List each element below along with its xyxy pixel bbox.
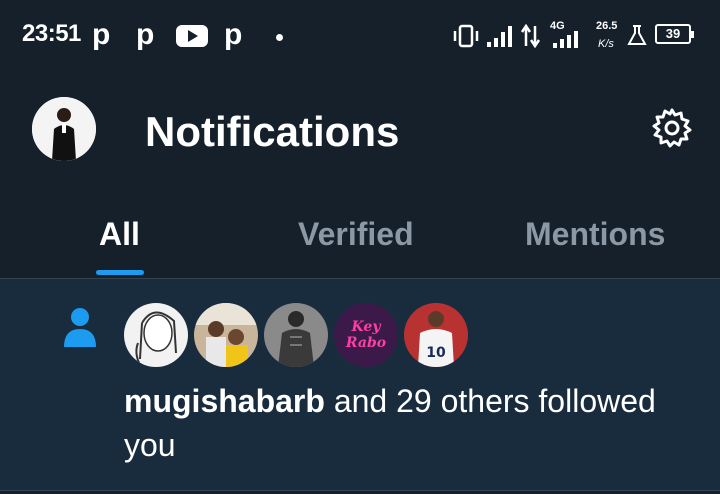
flask-icon — [627, 25, 647, 45]
battery-indicator: 39 — [655, 24, 694, 44]
fitness-photo-image — [264, 303, 328, 367]
notification-tabs: All Verified Mentions — [0, 190, 720, 279]
person-icon — [64, 308, 96, 347]
follower-avatar[interactable] — [124, 303, 188, 367]
p-app-icon: p — [92, 18, 111, 51]
key-rabo-logo: Key Rabo — [334, 303, 398, 367]
signal-4g-icon — [553, 31, 578, 48]
couple-photo-image — [194, 303, 258, 367]
network-speed: 26.5 — [596, 20, 618, 32]
network-speed-unit: K/s — [598, 38, 614, 50]
data-transfer-icon — [520, 24, 541, 48]
profile-avatar[interactable] — [32, 97, 96, 161]
status-time: 23:51 — [22, 20, 81, 47]
p-app-icon: p — [136, 18, 155, 51]
follower-username[interactable]: mugishabarb — [124, 383, 325, 419]
notification-text: mugishabarb and 29 others followed you — [124, 379, 684, 467]
svg-text:Rabo: Rabo — [345, 335, 386, 351]
youtube-icon — [176, 25, 208, 47]
tab-verified[interactable]: Verified — [298, 216, 414, 253]
follower-avatar[interactable]: 10 — [404, 303, 468, 367]
avatar-image — [32, 97, 96, 161]
footballer-photo-image: 10 — [404, 303, 468, 367]
follow-notification[interactable]: Key Rabo 10 mugishabarb and 29 others fo… — [0, 279, 720, 491]
settings-gear-icon[interactable] — [650, 106, 694, 150]
active-tab-indicator — [96, 270, 144, 275]
follower-avatar[interactable] — [194, 303, 258, 367]
p-app-icon: p — [224, 18, 243, 51]
page-title: Notifications — [145, 108, 400, 155]
signal-icon — [487, 26, 512, 47]
follower-avatar[interactable]: Key Rabo — [334, 303, 398, 367]
more-notifications-dot — [276, 34, 283, 41]
vibrate-icon — [453, 24, 479, 48]
tab-mentions[interactable]: Mentions — [525, 216, 665, 253]
follower-avatar[interactable] — [264, 303, 328, 367]
status-bar: 23:51 p p p 4G 26.5 K/s 39 — [0, 0, 720, 72]
sketch-portrait-image — [124, 303, 188, 367]
svg-text:10: 10 — [426, 345, 446, 361]
svg-text:Key: Key — [351, 319, 382, 335]
tab-all[interactable]: All — [99, 216, 140, 253]
